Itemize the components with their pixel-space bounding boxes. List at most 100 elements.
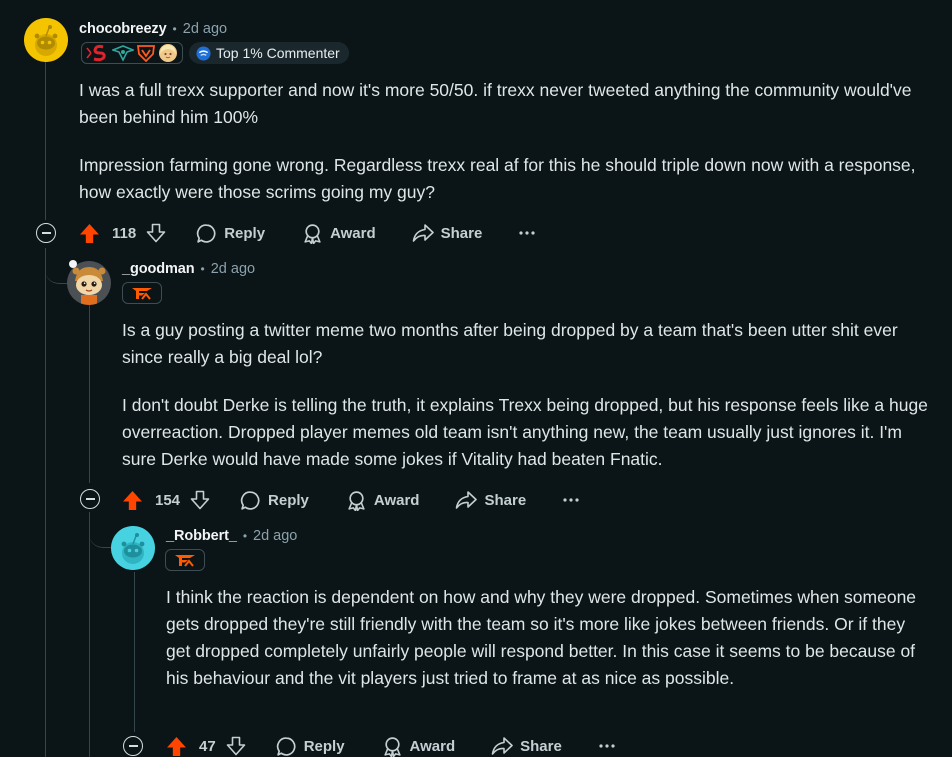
thread-branch-curve xyxy=(89,512,111,548)
online-status-icon xyxy=(69,260,77,268)
avatar[interactable] xyxy=(111,526,155,570)
reply-button[interactable]: Reply xyxy=(240,490,309,511)
comment-body: Is a guy posting a twitter meme two mont… xyxy=(122,317,930,473)
thread-line-comment-1-children xyxy=(45,248,46,757)
timestamp[interactable]: 2d ago xyxy=(211,261,255,277)
snoo-avatar-icon xyxy=(111,526,155,570)
thread-line-comment-3 xyxy=(134,572,135,732)
comment-paragraph: I was a full trexx supporter and now it'… xyxy=(79,80,912,127)
ellipsis-icon xyxy=(519,231,535,235)
downvote-button[interactable] xyxy=(226,736,246,756)
user-flair-row xyxy=(122,281,162,305)
comment-actions: 118 Reply Award Share xyxy=(79,219,536,247)
thread-line-comment-1 xyxy=(45,62,46,220)
share-arrow-icon xyxy=(412,224,434,242)
comment-meta: _goodman • 2d ago xyxy=(122,259,255,279)
separator-dot: • xyxy=(172,22,177,36)
upvote-button[interactable] xyxy=(122,490,143,511)
avatar[interactable] xyxy=(24,18,68,62)
award-button[interactable]: Award xyxy=(346,490,420,511)
comment-meta: _Robbert_ • 2d ago xyxy=(166,526,297,546)
teal-crest-flair-icon xyxy=(112,45,134,62)
ellipsis-icon xyxy=(563,498,579,502)
comment-body: I was a full trexx supporter and now it'… xyxy=(79,77,929,206)
downvote-button[interactable] xyxy=(146,223,166,243)
user-flair-row xyxy=(165,548,205,572)
award-label: Award xyxy=(373,491,420,509)
downvote-arrow-icon xyxy=(190,490,210,510)
badge-label: Top 1% Commenter xyxy=(216,45,340,61)
downvote-button[interactable] xyxy=(190,490,210,510)
reply-button[interactable]: Reply xyxy=(196,223,265,244)
more-options-button[interactable] xyxy=(562,497,580,503)
comment-body: I think the reaction is dependent on how… xyxy=(166,584,928,692)
comment-paragraph: I don't doubt Derke is telling the truth… xyxy=(122,395,928,469)
share-label: Share xyxy=(520,737,562,755)
separator-dot: • xyxy=(242,529,248,543)
award-button[interactable]: Award xyxy=(302,223,376,244)
comment-paragraph: Is a guy posting a twitter meme two mont… xyxy=(122,320,898,367)
vote-count: 118 xyxy=(112,224,137,242)
more-options-button[interactable] xyxy=(518,230,536,236)
share-label: Share xyxy=(440,224,483,242)
user-flair-row: Top 1% Commenter xyxy=(81,41,349,65)
award-label: Award xyxy=(330,224,376,242)
upvote-button[interactable] xyxy=(79,223,100,244)
top-commenter-icon xyxy=(196,45,211,61)
upvote-arrow-icon xyxy=(80,223,99,243)
award-label: Award xyxy=(409,737,456,755)
username[interactable]: chocobreezy xyxy=(79,21,167,37)
speech-bubble-icon xyxy=(276,736,296,756)
fnatic-flair-icon xyxy=(132,288,152,300)
award-ribbon-icon xyxy=(304,223,321,244)
ellipsis-icon xyxy=(599,744,615,748)
award-button[interactable]: Award xyxy=(382,736,456,757)
snoo-avatar-icon xyxy=(24,18,68,62)
collapse-thread-button[interactable] xyxy=(80,489,100,509)
top-commenter-badge[interactable]: Top 1% Commenter xyxy=(189,42,349,64)
user-flair[interactable] xyxy=(165,549,205,571)
red-s-flair-icon xyxy=(86,44,106,62)
blonde-avatar-flair-icon xyxy=(159,44,177,62)
downvote-arrow-icon xyxy=(226,736,245,756)
comment-paragraph: I think the reaction is dependent on how… xyxy=(166,587,917,688)
share-button[interactable]: Share xyxy=(455,490,526,510)
upvote-arrow-icon xyxy=(167,736,186,756)
share-arrow-icon xyxy=(456,491,478,509)
vote-count: 47 xyxy=(199,737,216,755)
upvote-button[interactable] xyxy=(166,736,187,757)
separator-dot: • xyxy=(200,262,205,276)
comment-actions: 47 Reply Award Share xyxy=(166,732,616,757)
thread-branch-curve xyxy=(45,248,67,284)
username[interactable]: _goodman xyxy=(122,261,195,277)
comment-meta: chocobreezy • 2d ago xyxy=(79,19,227,39)
more-options-button[interactable] xyxy=(598,743,616,749)
downvote-arrow-icon xyxy=(146,223,166,243)
comment-paragraph: Impression farming gone wrong. Regardles… xyxy=(79,155,916,202)
orange-shield-flair-icon xyxy=(136,45,156,62)
speech-bubble-icon xyxy=(197,223,216,243)
user-flair[interactable] xyxy=(122,282,162,304)
collapse-thread-button[interactable] xyxy=(123,736,143,756)
thread-line-comment-2-children xyxy=(89,512,90,757)
share-button[interactable]: Share xyxy=(412,223,483,243)
thread-line-comment-2 xyxy=(89,305,90,483)
collapse-thread-button[interactable] xyxy=(36,223,56,243)
fnatic-flair-icon xyxy=(175,555,195,567)
timestamp[interactable]: 2d ago xyxy=(253,528,297,544)
comment-actions: 154 Reply Award Share xyxy=(122,486,580,514)
user-flair[interactable] xyxy=(81,42,183,64)
share-button[interactable]: Share xyxy=(491,736,562,756)
username[interactable]: _Robbert_ xyxy=(166,528,237,544)
share-arrow-icon xyxy=(491,737,513,755)
award-ribbon-icon xyxy=(348,490,365,511)
reply-label: Reply xyxy=(224,224,266,242)
reply-label: Reply xyxy=(268,491,309,509)
vote-count: 154 xyxy=(155,491,181,509)
speech-bubble-icon xyxy=(240,490,260,510)
reply-label: Reply xyxy=(303,737,345,755)
reply-button[interactable]: Reply xyxy=(276,736,345,757)
timestamp[interactable]: 2d ago xyxy=(183,21,227,37)
award-ribbon-icon xyxy=(383,736,401,757)
share-label: Share xyxy=(484,491,527,509)
